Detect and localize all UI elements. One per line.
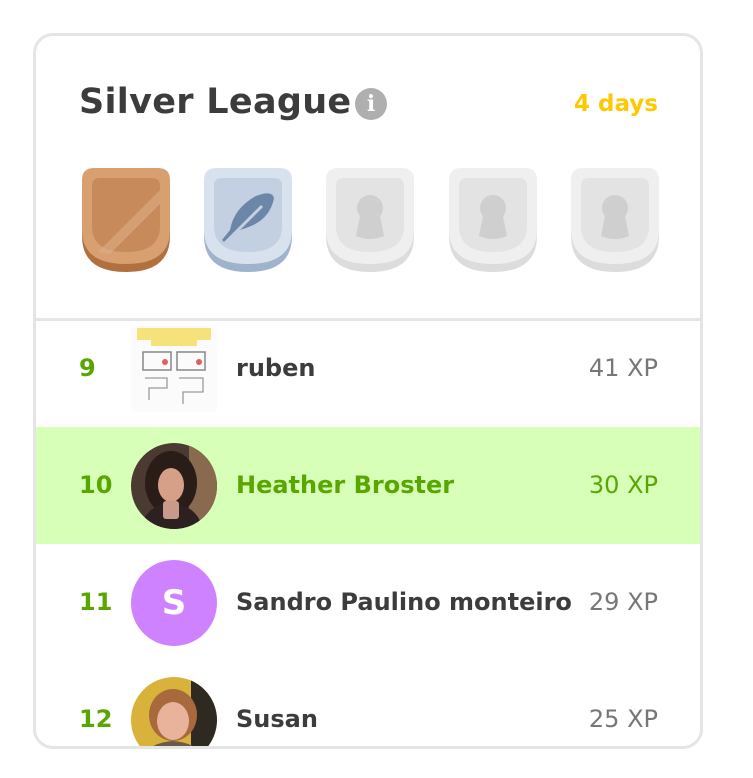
user-name: Sandro Paulino monteiro <box>236 588 572 616</box>
avatar[interactable] <box>131 326 217 412</box>
leaderboard-row-current-user[interactable]: 10 Heather Broster 30 XP <box>36 427 700 544</box>
locked-league-badge <box>326 168 414 272</box>
rank-number: 9 <box>79 354 96 382</box>
rank-number: 12 <box>79 705 113 733</box>
locked-league-badge <box>571 168 659 272</box>
user-xp: 25 XP <box>588 705 658 733</box>
silver-league-badge[interactable] <box>200 168 296 276</box>
time-left: 4 days <box>574 91 658 117</box>
rank-number: 10 <box>79 471 113 499</box>
user-xp: 29 XP <box>588 588 658 616</box>
locked-league-badge <box>449 168 537 272</box>
user-name: ruben <box>236 354 316 382</box>
league-badges <box>78 168 663 276</box>
leaderboard-row[interactable]: 12 Susan 25 XP <box>36 661 700 746</box>
rank-number: 11 <box>79 588 113 616</box>
bronze-league-badge[interactable] <box>78 168 174 276</box>
league-header: Silver League i 4 days <box>36 36 700 319</box>
user-xp: 30 XP <box>588 471 658 499</box>
user-name: Susan <box>236 705 318 733</box>
user-xp: 41 XP <box>588 354 658 382</box>
avatar[interactable]: S <box>131 560 217 646</box>
leaderboard-row[interactable]: 11 S Sandro Paulino monteiro 29 XP <box>36 544 700 661</box>
avatar[interactable] <box>131 677 217 746</box>
league-title: Silver League <box>79 82 352 122</box>
league-card: Silver League i 4 days 9 ruben 41 XP 10 … <box>33 33 703 749</box>
leaderboard-row[interactable]: 9 ruben 41 XP <box>36 310 700 427</box>
info-icon[interactable]: i <box>355 88 387 120</box>
avatar[interactable] <box>131 443 217 529</box>
user-name: Heather Broster <box>236 471 455 499</box>
